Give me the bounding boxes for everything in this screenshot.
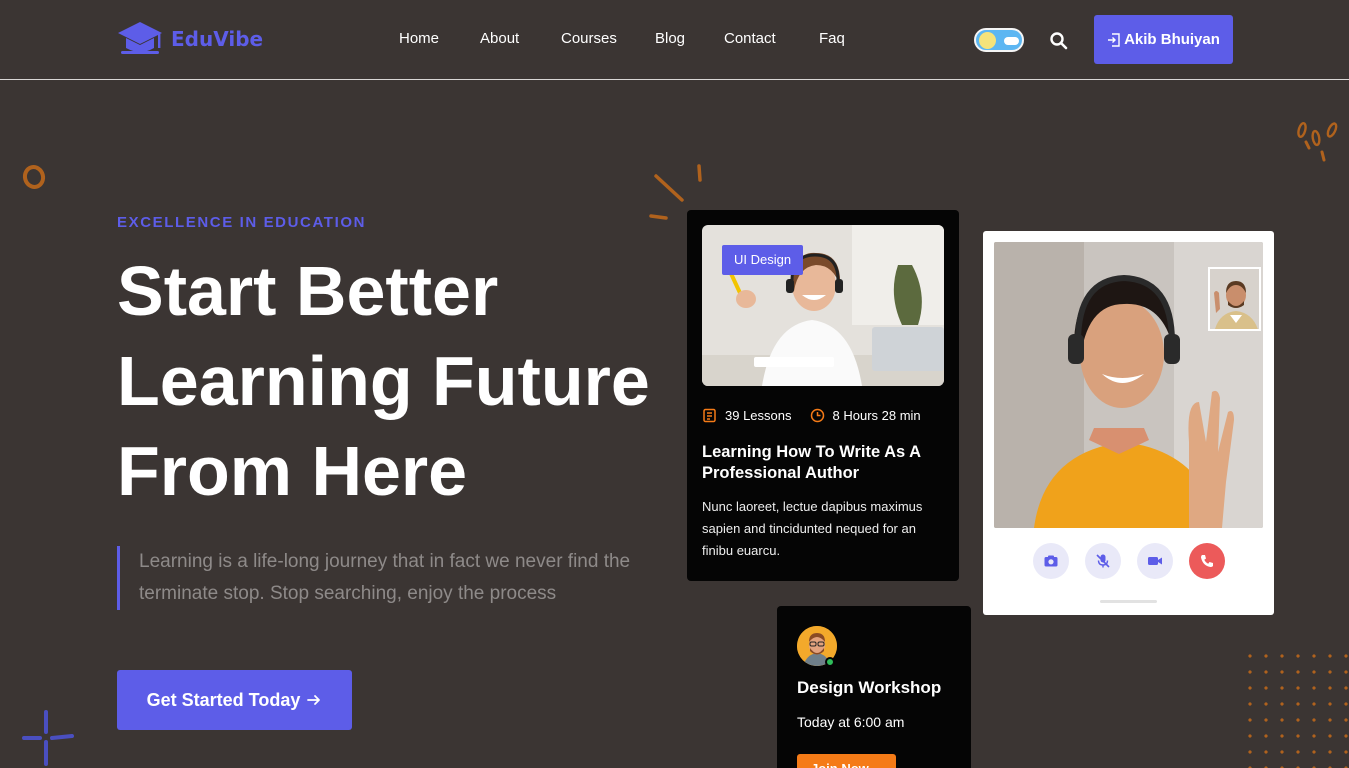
lessons-count: 39 Lessons bbox=[725, 408, 792, 423]
mute-button[interactable] bbox=[1085, 543, 1121, 579]
online-status-dot bbox=[825, 657, 835, 667]
phone-end-icon bbox=[1200, 555, 1213, 568]
hero-eyebrow: EXCELLENCE IN EDUCATION bbox=[117, 214, 367, 231]
hero-title-line-1: Start Better bbox=[117, 252, 499, 330]
hero-title-line-2: Learning Future bbox=[117, 342, 650, 420]
course-meta: 39 Lessons 8 Hours 28 min bbox=[702, 408, 921, 423]
sign-in-icon bbox=[1108, 32, 1120, 47]
video-button[interactable] bbox=[1137, 543, 1173, 579]
mic-off-icon bbox=[1096, 554, 1110, 568]
ring-decoration-icon bbox=[22, 165, 46, 189]
nav-item-courses[interactable]: Courses bbox=[561, 30, 617, 47]
camera-icon bbox=[1044, 555, 1058, 567]
workshop-card: Design Workshop Today at 6:00 am Join No… bbox=[777, 606, 971, 768]
sun-icon bbox=[979, 32, 996, 49]
end-call-button[interactable] bbox=[1189, 543, 1225, 579]
nav-item-about[interactable]: About bbox=[480, 30, 519, 47]
hero-description: Learning is a life-long journey that in … bbox=[117, 546, 677, 610]
arrow-right-icon bbox=[307, 695, 321, 705]
brand-name: EduVibe bbox=[171, 27, 264, 51]
camera-button[interactable] bbox=[1033, 543, 1069, 579]
dot-grid-decoration bbox=[1242, 648, 1349, 768]
sparkle-decoration-icon bbox=[22, 710, 74, 766]
nav-item-faq[interactable]: Faq bbox=[819, 30, 845, 47]
hero-title-line-3: From Here bbox=[117, 432, 468, 510]
video-call-main-feed bbox=[994, 242, 1263, 528]
search-icon[interactable] bbox=[1049, 31, 1069, 51]
clock-icon bbox=[810, 408, 824, 423]
get-started-button[interactable]: Get Started Today bbox=[117, 670, 352, 730]
cloud-icon bbox=[1004, 37, 1019, 45]
nav-item-blog[interactable]: Blog bbox=[655, 30, 685, 47]
video-icon bbox=[1148, 557, 1162, 565]
workshop-time: Today at 6:00 am bbox=[797, 714, 905, 730]
course-thumbnail: UI Design bbox=[702, 225, 944, 386]
nav-item-contact[interactable]: Contact bbox=[724, 30, 776, 47]
get-started-label: Get Started Today bbox=[146, 689, 301, 710]
user-login-button[interactable]: Akib Bhuiyan bbox=[1094, 15, 1233, 64]
course-category-tag[interactable]: UI Design bbox=[722, 245, 804, 275]
site-header: EduVibe Home About Courses Blog Contact … bbox=[0, 0, 1349, 80]
drops-decoration-icon bbox=[1297, 121, 1338, 162]
course-description: Nunc laoreet, lectue dapibus maximus sap… bbox=[702, 499, 923, 558]
workshop-title: Design Workshop bbox=[797, 678, 942, 697]
graduation-cap-icon bbox=[118, 22, 162, 54]
user-name-label: Akib Bhuiyan bbox=[1124, 31, 1220, 48]
theme-toggle[interactable] bbox=[974, 28, 1024, 52]
call-controls bbox=[1033, 543, 1225, 579]
home-indicator-bar bbox=[1100, 600, 1157, 603]
join-now-button[interactable]: Join Now bbox=[797, 754, 896, 768]
brand-logo[interactable]: EduVibe bbox=[116, 20, 263, 58]
lessons-icon bbox=[703, 408, 716, 423]
video-call-card bbox=[983, 231, 1274, 615]
nav-item-home[interactable]: Home bbox=[399, 30, 439, 47]
course-duration: 8 Hours 28 min bbox=[832, 408, 921, 423]
course-title[interactable]: Learning How To Write As A Professional … bbox=[702, 442, 944, 484]
hero-title: Start Better Learning Future From Here bbox=[117, 246, 677, 516]
course-card[interactable]: UI Design 39 Lessons 8 Hours 28 min Lear… bbox=[687, 210, 959, 581]
video-call-pip-feed[interactable] bbox=[1208, 267, 1261, 331]
